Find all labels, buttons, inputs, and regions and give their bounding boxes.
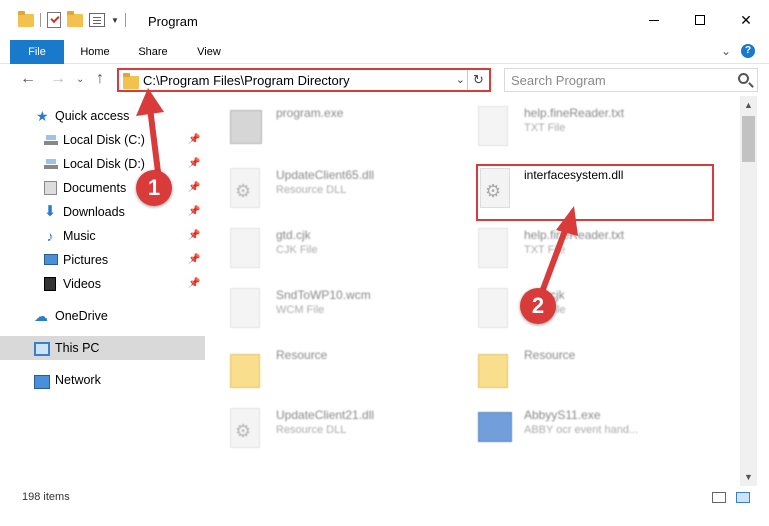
step-callout-2: 2 [520, 288, 556, 324]
annotation-arrows [136, 88, 578, 295]
step-callout-1: 1 [136, 170, 172, 206]
annotation-arrow-2 [539, 206, 578, 295]
annotation-arrow-1 [136, 88, 164, 175]
